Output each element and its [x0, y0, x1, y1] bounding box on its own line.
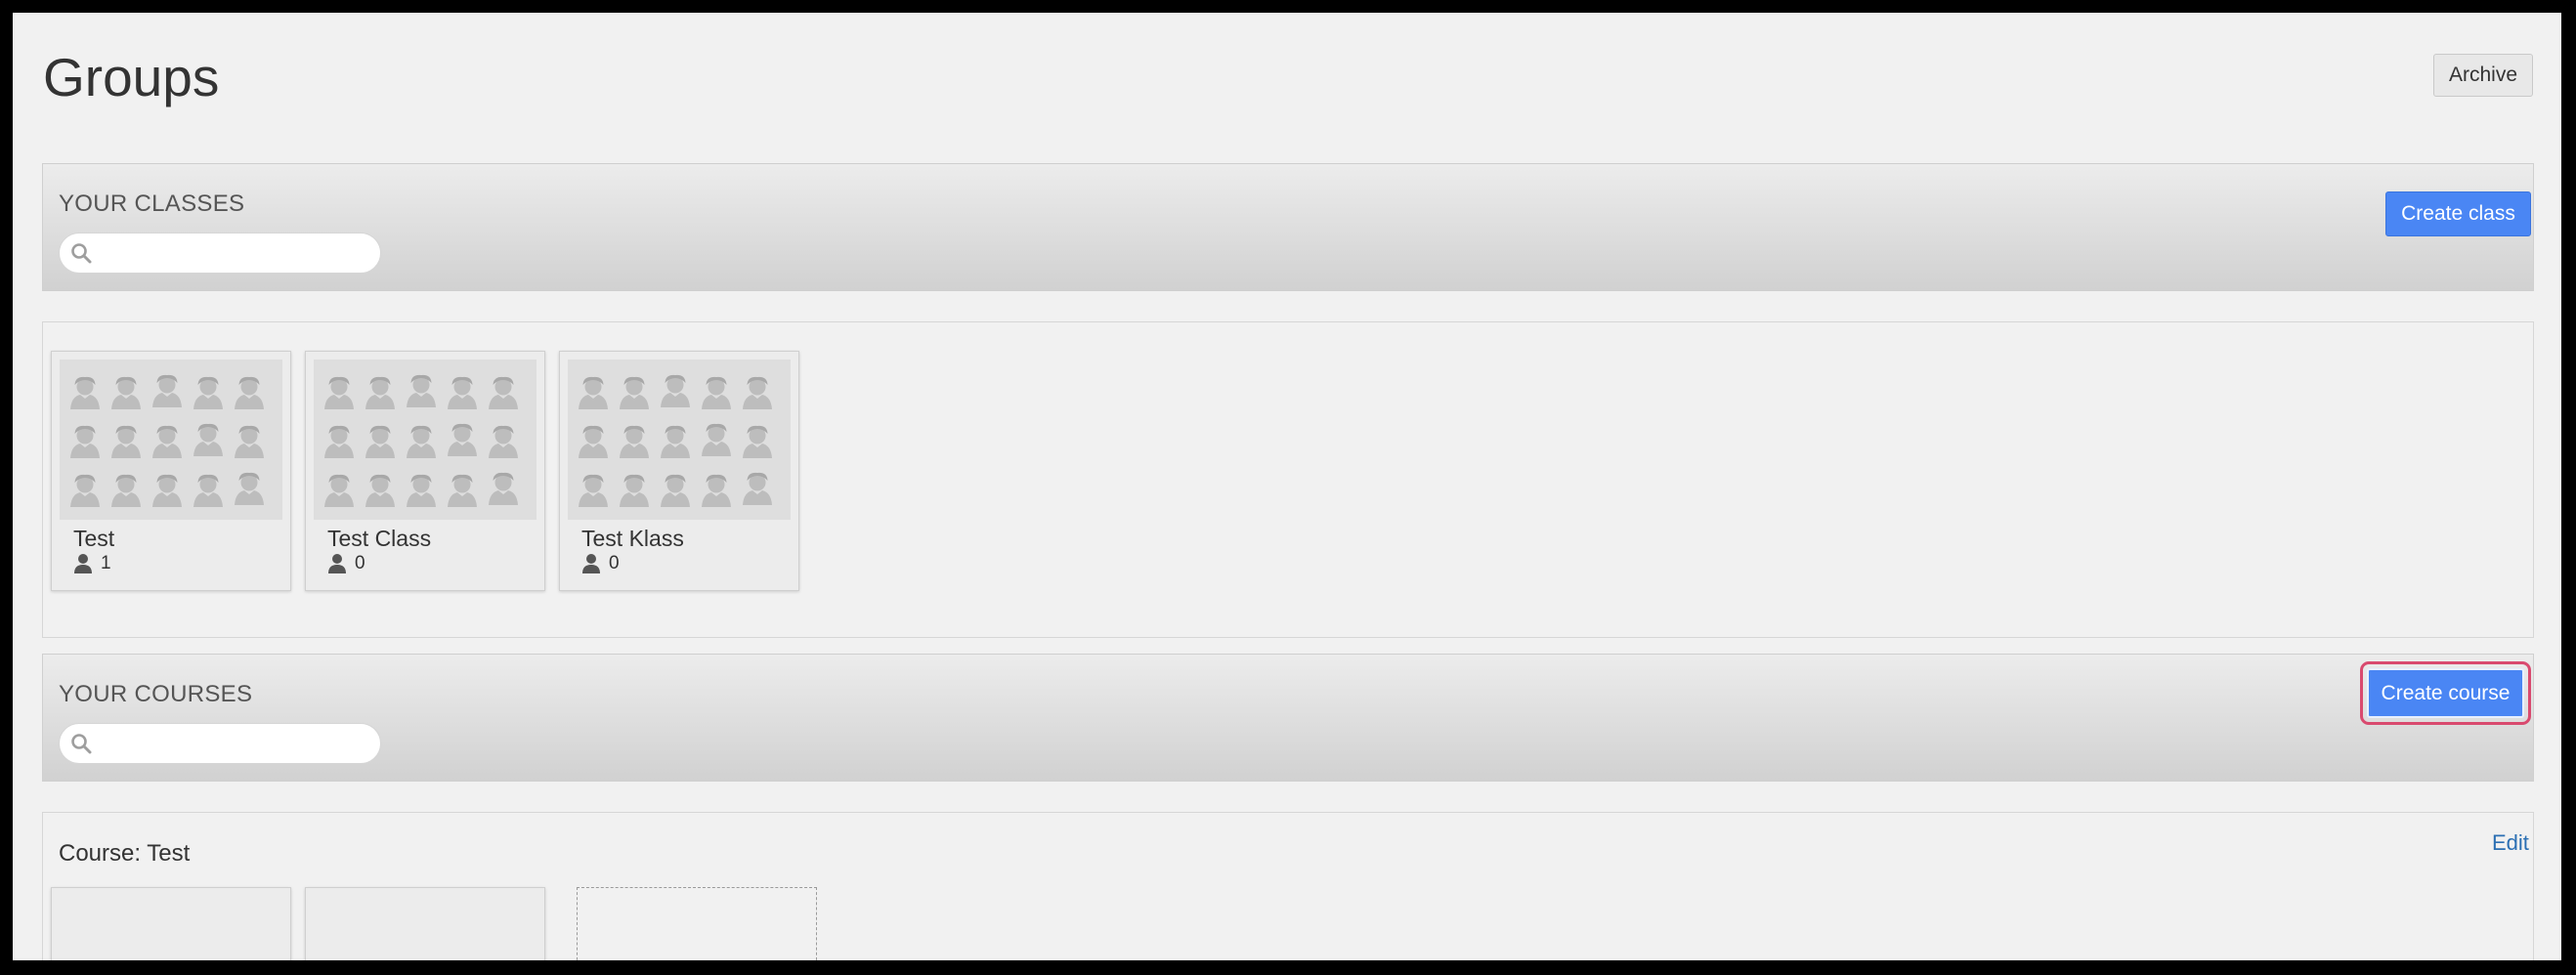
classes-section-title: YOUR CLASSES	[59, 191, 245, 217]
class-name: Test Class	[327, 526, 432, 551]
member-count-row: 0	[327, 553, 365, 574]
member-count: 1	[101, 553, 111, 573]
classes-panel: Test 1 Test Class 0 Test Klass 0	[42, 321, 2534, 638]
add-class-to-course-slot[interactable]	[577, 887, 817, 960]
person-icon	[328, 554, 346, 573]
classes-section-header: YOUR CLASSES Create class	[42, 163, 2534, 291]
courses-search-box[interactable]	[59, 723, 381, 764]
search-icon	[71, 734, 92, 754]
course-title: Course: Test	[59, 840, 191, 867]
search-icon	[71, 243, 92, 264]
archive-button[interactable]: Archive	[2433, 54, 2533, 97]
groups-page: Groups Archive YOUR CLASSES Create class…	[13, 13, 2561, 960]
courses-search-input[interactable]	[103, 728, 372, 761]
create-course-button[interactable]: Create course	[2367, 668, 2524, 718]
courses-section-header: YOUR COURSES Create course	[42, 654, 2534, 782]
people-group-icon	[314, 360, 537, 520]
member-count: 0	[609, 553, 620, 573]
class-card-test[interactable]: Test 1	[51, 351, 291, 591]
member-count-row: 1	[73, 553, 111, 574]
person-icon	[582, 554, 600, 573]
class-card-test-class[interactable]: Test Class 0	[305, 351, 545, 591]
course-class-card[interactable]	[305, 887, 545, 960]
class-card-test-klass[interactable]: Test Klass 0	[559, 351, 799, 591]
course-class-card[interactable]	[51, 887, 291, 960]
people-group-icon	[60, 360, 282, 520]
member-count-row: 0	[581, 553, 620, 574]
create-class-button[interactable]: Create class	[2385, 191, 2531, 236]
member-count: 0	[355, 553, 365, 573]
page-title: Groups	[43, 47, 220, 107]
course-panel: Course: Test Edit	[42, 812, 2534, 960]
edit-course-link[interactable]: Edit	[2492, 830, 2529, 856]
person-icon	[74, 554, 92, 573]
classes-search-input[interactable]	[103, 237, 372, 271]
class-name: Test Klass	[581, 526, 684, 551]
classes-search-box[interactable]	[59, 233, 381, 274]
courses-section-title: YOUR COURSES	[59, 681, 253, 707]
class-name: Test	[73, 526, 115, 551]
people-group-icon	[568, 360, 791, 520]
